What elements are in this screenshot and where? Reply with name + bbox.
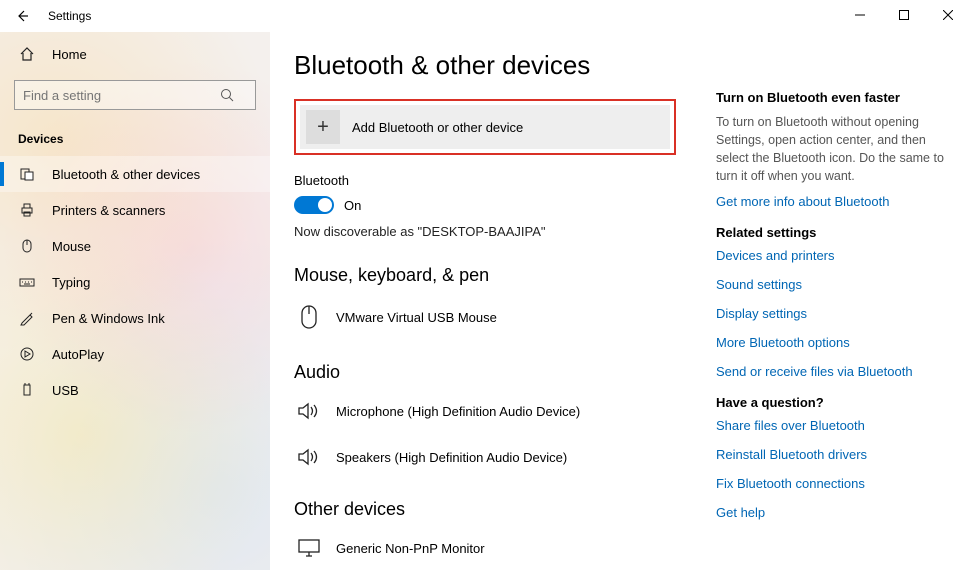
tip-heading: Turn on Bluetooth even faster <box>716 90 946 105</box>
sidebar-item-label: Mouse <box>52 239 91 254</box>
device-name: VMware Virtual USB Mouse <box>336 310 497 325</box>
sidebar-item-label: USB <box>52 383 79 398</box>
device-name: Microphone (High Definition Audio Device… <box>336 404 580 419</box>
monitor-icon <box>296 538 322 558</box>
link-send-receive-files[interactable]: Send or receive files via Bluetooth <box>716 364 946 379</box>
keyboard-icon <box>18 274 36 290</box>
link-more-bt-options[interactable]: More Bluetooth options <box>716 335 946 350</box>
aside-column: Turn on Bluetooth even faster To turn on… <box>716 50 946 570</box>
sidebar-item-bluetooth[interactable]: Bluetooth & other devices <box>0 156 270 192</box>
group-title: Mouse, keyboard, & pen <box>294 265 676 286</box>
link-share-files[interactable]: Share files over Bluetooth <box>716 418 946 433</box>
link-devices-printers[interactable]: Devices and printers <box>716 248 946 263</box>
add-device-highlight: + Add Bluetooth or other device <box>294 99 676 155</box>
add-device-button[interactable]: + Add Bluetooth or other device <box>300 105 670 149</box>
page-heading: Bluetooth & other devices <box>294 50 676 81</box>
link-display-settings[interactable]: Display settings <box>716 306 946 321</box>
sidebar-item-label: Bluetooth & other devices <box>52 167 200 182</box>
titlebar: Settings <box>0 0 970 32</box>
tip-text: To turn on Bluetooth without opening Set… <box>716 113 946 186</box>
add-device-label: Add Bluetooth or other device <box>352 120 523 135</box>
link-sound-settings[interactable]: Sound settings <box>716 277 946 292</box>
sidebar-item-printers[interactable]: Printers & scanners <box>0 192 270 228</box>
main-column: Bluetooth & other devices + Add Bluetoot… <box>294 50 676 570</box>
mouse-icon <box>296 304 322 330</box>
sidebar-item-typing[interactable]: Typing <box>0 264 270 300</box>
device-name: Speakers (High Definition Audio Device) <box>336 450 567 465</box>
sidebar-item-label: Printers & scanners <box>52 203 165 218</box>
close-button[interactable] <box>926 0 970 30</box>
question-heading: Have a question? <box>716 395 946 410</box>
device-name: Generic Non-PnP Monitor <box>336 541 485 556</box>
sidebar-item-autoplay[interactable]: AutoPlay <box>0 336 270 372</box>
device-row[interactable]: VMware Virtual USB Mouse <box>294 296 676 348</box>
sidebar-section-header: Devices <box>0 124 270 156</box>
sidebar-home-label: Home <box>52 47 87 62</box>
link-get-help[interactable]: Get help <box>716 505 946 520</box>
sidebar-item-mouse[interactable]: Mouse <box>0 228 270 264</box>
sidebar-home[interactable]: Home <box>0 36 270 72</box>
sidebar-item-pen[interactable]: Pen & Windows Ink <box>0 300 270 336</box>
sidebar-item-label: Typing <box>52 275 90 290</box>
usb-icon <box>18 382 36 398</box>
link-more-bluetooth-info[interactable]: Get more info about Bluetooth <box>716 194 946 209</box>
mouse-icon <box>18 238 36 254</box>
device-row[interactable]: Speakers (High Definition Audio Device) <box>294 439 676 485</box>
discoverable-text: Now discoverable as "DESKTOP-BAAJIPA" <box>294 224 676 239</box>
link-fix-connections[interactable]: Fix Bluetooth connections <box>716 476 946 491</box>
speaker-icon <box>296 401 322 421</box>
group-title: Other devices <box>294 499 676 520</box>
pen-icon <box>18 310 36 326</box>
speaker-icon <box>296 447 322 467</box>
bluetooth-toggle[interactable] <box>294 196 334 214</box>
bluetooth-devices-icon <box>18 166 36 182</box>
bluetooth-label: Bluetooth <box>294 173 676 188</box>
sidebar-item-usb[interactable]: USB <box>0 372 270 408</box>
search-icon <box>220 88 234 102</box>
related-heading: Related settings <box>716 225 946 240</box>
plus-icon: + <box>306 110 340 144</box>
group-title: Audio <box>294 362 676 383</box>
device-row[interactable]: Microphone (High Definition Audio Device… <box>294 393 676 439</box>
home-icon <box>18 46 36 62</box>
sidebar-item-label: Pen & Windows Ink <box>52 311 165 326</box>
device-row[interactable]: Generic Non-PnP Monitor <box>294 530 676 570</box>
back-button[interactable] <box>10 4 34 28</box>
autoplay-icon <box>18 346 36 362</box>
window-title: Settings <box>48 9 91 23</box>
sidebar-item-label: AutoPlay <box>52 347 104 362</box>
sidebar: Home Devices Bluetooth & other dev <box>0 32 270 570</box>
maximize-button[interactable] <box>882 0 926 30</box>
minimize-button[interactable] <box>838 0 882 30</box>
bluetooth-state: On <box>344 198 361 213</box>
link-reinstall-drivers[interactable]: Reinstall Bluetooth drivers <box>716 447 946 462</box>
printer-icon <box>18 202 36 218</box>
